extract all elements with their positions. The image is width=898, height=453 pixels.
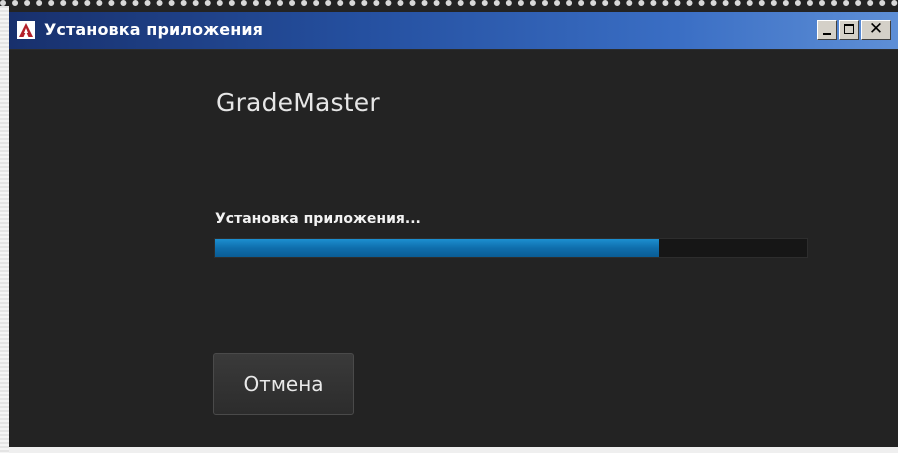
progress-bar-fill: [215, 239, 659, 257]
installer-window: Установка приложения ✕ GradeMaster Устан…: [0, 0, 898, 453]
window-title: Установка приложения: [44, 20, 264, 39]
app-name: GradeMaster: [216, 88, 380, 117]
progress-bar: [214, 238, 808, 258]
minimize-button[interactable]: [817, 20, 837, 40]
air-installer-icon: [17, 21, 35, 39]
maximize-button[interactable]: [839, 20, 859, 40]
title-bar[interactable]: Установка приложения ✕: [9, 12, 898, 50]
maximize-icon: [844, 24, 854, 34]
cancel-button[interactable]: Отмена: [213, 353, 354, 415]
status-text: Установка приложения...: [215, 211, 421, 227]
window-left-edge: [0, 6, 9, 453]
close-icon: ✕: [868, 19, 884, 39]
close-button[interactable]: ✕: [861, 19, 891, 40]
minimize-icon: [823, 33, 831, 35]
